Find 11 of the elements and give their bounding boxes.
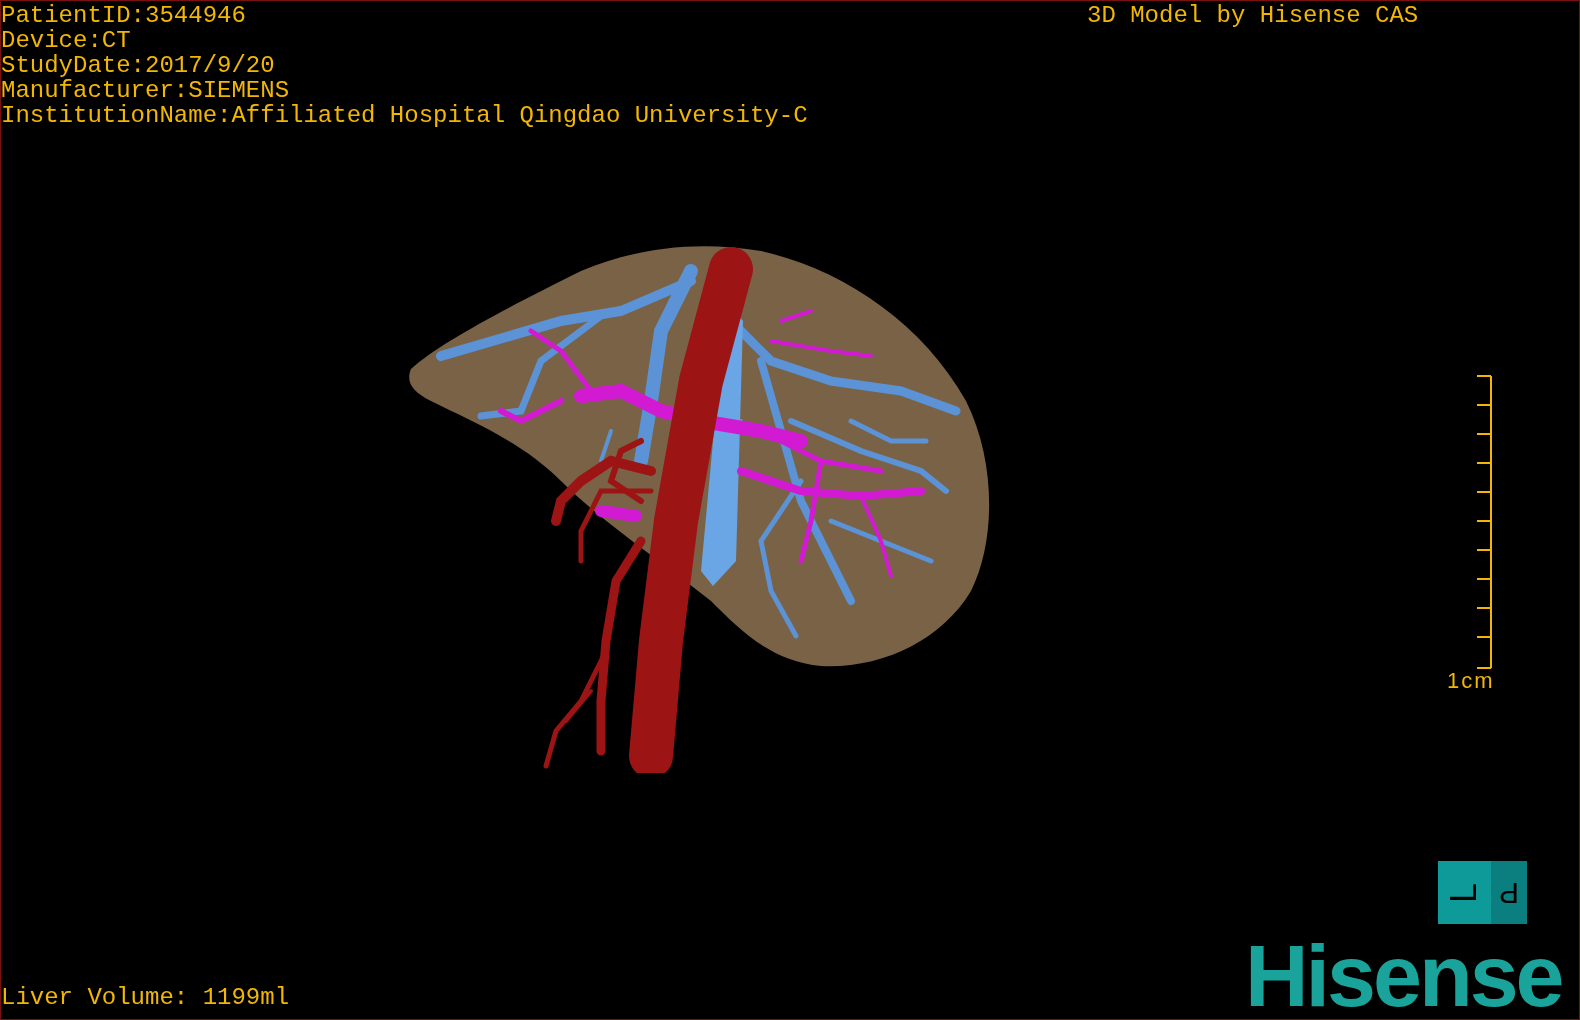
study-info-text: Device:CT	[1, 28, 132, 53]
study-info-text: InstitutionName:Affiliated Hospital Qingdao University-C	[1, 103, 808, 128]
liver-volume-text: Liver Volume: 1199ml	[1, 985, 290, 1010]
cube-face-label: L	[1446, 882, 1483, 903]
scale-label: 1cm	[1447, 669, 1495, 693]
cube-face-label: P	[1499, 877, 1519, 908]
brand-logo: Hisense	[1245, 931, 1562, 1019]
viewer-title: 3D Model by Hisense CAS	[1087, 3, 1419, 28]
study-info-text: Manufacturer:SIEMENS	[1, 78, 291, 103]
study-info-text: PatientID:3544946	[1, 3, 247, 28]
study-info-text: StudyDate:2017/9/20	[1, 53, 276, 78]
